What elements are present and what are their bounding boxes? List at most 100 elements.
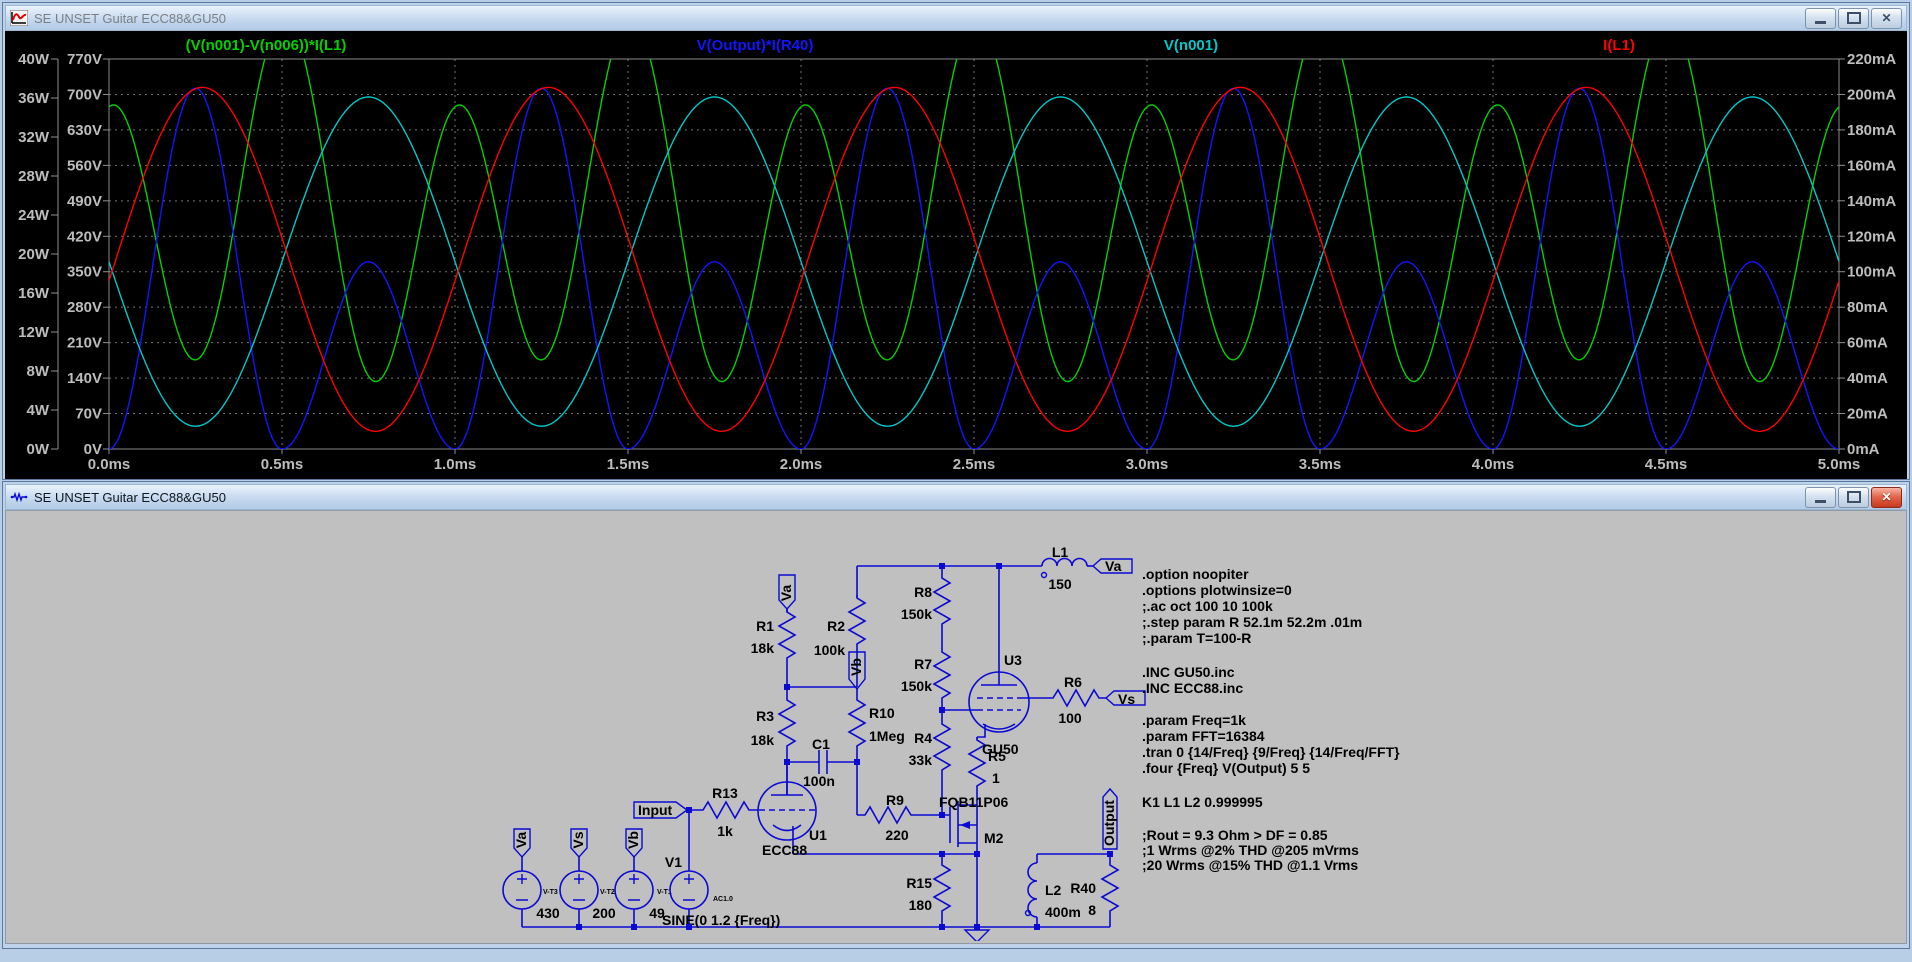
flag-output[interactable]: Output [1101, 789, 1117, 849]
spice-directives[interactable]: .option noopiter .options plotwinsize=0 … [1142, 566, 1400, 873]
svg-text:U1: U1 [809, 827, 827, 843]
flag-va-l1[interactable]: Va [1093, 558, 1132, 574]
svg-text:GU50: GU50 [982, 741, 1019, 757]
axis-tick-label: 8W [27, 363, 50, 380]
svg-text:L2: L2 [1045, 882, 1062, 898]
svg-text:Va: Va [1105, 558, 1122, 574]
legend-trace-power-out[interactable]: V(Output)*I(R40) [697, 37, 814, 54]
maximize-button[interactable] [1838, 8, 1869, 29]
svg-text:Output: Output [1101, 800, 1117, 846]
axis-tick-label: 16W [18, 285, 50, 302]
axis-tick-label: 4.0ms [1472, 456, 1515, 473]
svg-text:.INC ECC88.inc[interactable]: .INC ECC88.inc [1142, 680, 1243, 696]
svg-text:Input: Input [638, 802, 673, 818]
flag-input[interactable]: Input [634, 802, 687, 818]
flag-va-top[interactable]: Va [778, 575, 795, 609]
waveform-icon [10, 10, 28, 26]
waveform-titlebar[interactable]: SE UNSET Guitar ECC88&GU50 ✕ [5, 5, 1907, 31]
resistor-R15[interactable]: R15 180 [906, 862, 950, 914]
resistor-R4[interactable]: R4 33k [909, 721, 950, 773]
svg-text:U3: U3 [1004, 652, 1022, 668]
axis-tick-label: 1.0ms [434, 456, 477, 473]
svg-text:100n: 100n [803, 773, 835, 789]
resistor-R8[interactable]: R8 150k [901, 575, 950, 627]
svg-text:R10: R10 [869, 705, 895, 721]
svg-text:;.step param R 52.1m 52.2m .01[interactable]: ;.step param R 52.1m 52.2m .01m [1142, 614, 1362, 630]
axis-tick-label: 20W [18, 246, 50, 263]
resistor-R13[interactable]: R13 1k [700, 785, 752, 839]
axis-tick-label: 3.5ms [1299, 456, 1342, 473]
svg-text:;.ac oct 100 10 100k[interactable]: ;.ac oct 100 10 100k [1142, 598, 1273, 614]
svg-text:.INC GU50.inc[interactable]: .INC GU50.inc [1142, 664, 1235, 680]
svg-text:R7: R7 [914, 656, 932, 672]
close-button[interactable]: ✕ [1871, 8, 1902, 29]
svg-text:Va: Va [513, 832, 529, 849]
inductor-L1[interactable]: L1 150 [1042, 544, 1088, 592]
schematic-canvas[interactable]: R1 18k R2 100k R3 18k R8 150k [5, 510, 1907, 944]
svg-text:.options plotwinsize=0[interactable]: .options plotwinsize=0 [1142, 582, 1292, 598]
svg-text:;Rout = 9.3 Ohm > DF = 0.85[interactable]: ;Rout = 9.3 Ohm > DF = 0.85 [1142, 827, 1328, 843]
svg-text:AC1.0: AC1.0 [713, 896, 733, 903]
close-icon: ✕ [1881, 12, 1891, 24]
voltage-source-vs[interactable]: V-T2 200 [560, 871, 616, 921]
axis-tick-label: 20mA [1847, 406, 1888, 423]
voltage-source-va[interactable]: V-T3 430 [503, 871, 560, 921]
mosfet-M2[interactable]: FQB11P06 M2 [939, 794, 1008, 847]
minimize-button[interactable] [1805, 8, 1836, 29]
svg-text:R8: R8 [914, 584, 932, 600]
resistor-R3[interactable]: R3 18k [751, 697, 795, 749]
svg-text:;20 Wrms @15% THD @1.1 Vrms[interactable]: ;20 Wrms @15% THD @1.1 Vrms [1142, 857, 1358, 873]
svg-text:.param Freq=1k[interactable]: .param Freq=1k [1142, 712, 1246, 728]
flag-src-vs[interactable]: Vs [570, 829, 587, 857]
axis-tick-label: 140mA [1847, 193, 1896, 210]
legend-trace-voltage[interactable]: V(n001) [1164, 37, 1218, 54]
axis-tick-label: 40mA [1847, 370, 1888, 387]
waveform-plot[interactable]: 40W36W32W28W24W20W16W12W8W4W0W770V220mA7… [5, 31, 1907, 475]
axis-tick-label: 36W [18, 90, 50, 107]
svg-text:100k: 100k [814, 642, 845, 658]
svg-text:Va: Va [778, 585, 794, 602]
legend-trace-current[interactable]: I(L1) [1603, 37, 1635, 54]
resistor-R6[interactable]: R6 100 [1050, 674, 1102, 726]
svg-text:K1 L1 L2 0.999995[interactable]: K1 L1 L2 0.999995 [1142, 794, 1263, 810]
resistor-R1[interactable]: R1 18k [751, 609, 795, 661]
axis-tick-label: 4.5ms [1645, 456, 1688, 473]
resistor-R10[interactable]: R10 1Meg [849, 697, 905, 749]
waveform-window[interactable]: SE UNSET Guitar ECC88&GU50 ✕ (V(n001)-V(… [2, 2, 1910, 480]
axis-tick-label: 770V [67, 51, 102, 68]
legend-trace-power-tube[interactable]: (V(n001)-V(n006))*I(L1) [186, 37, 347, 54]
flag-src-vb[interactable]: Vb [625, 829, 642, 857]
axis-tick-label: 200mA [1847, 86, 1896, 103]
maximize-button[interactable] [1838, 487, 1869, 508]
resistor-R7[interactable]: R7 150k [901, 649, 950, 701]
svg-text:.four {Freq} V(Output) 5 5[interactable]: .four {Freq} V(Output) 5 5 [1142, 760, 1310, 776]
close-button[interactable]: ✕ [1871, 487, 1902, 508]
svg-text:100: 100 [1058, 710, 1082, 726]
svg-text:400m: 400m [1045, 904, 1081, 920]
schematic-titlebar[interactable]: SE UNSET Guitar ECC88&GU50 ✕ [5, 484, 1907, 510]
voltage-source-V1[interactable]: AC1.0 V1 SINE(0 1.2 {Freq}) [662, 854, 780, 928]
axis-tick-label: 630V [67, 122, 102, 139]
minimize-button[interactable] [1805, 487, 1836, 508]
sine-directive: SINE(0 1.2 {Freq}) [662, 912, 780, 928]
svg-text:.param FFT=16384[interactable]: .param FFT=16384 [1142, 728, 1265, 744]
flag-vs-r6[interactable]: Vs [1106, 691, 1145, 707]
svg-text:;1 Wrms @2% THD @205 mVrms[interactable]: ;1 Wrms @2% THD @205 mVrms [1142, 842, 1359, 858]
svg-text:;.param T=100-R[interactable]: ;.param T=100-R [1142, 630, 1251, 646]
svg-text:1: 1 [992, 770, 1000, 786]
resistor-R9[interactable]: R9 220 [862, 792, 914, 843]
svg-text:.option noopiter[interactable]: .option noopiter [1142, 566, 1249, 582]
ground-icon[interactable] [965, 930, 989, 941]
plot-area[interactable]: (V(n001)-V(n006))*I(L1) V(Output)*I(R40)… [5, 31, 1907, 479]
svg-text:R13: R13 [712, 785, 738, 801]
svg-text:R4: R4 [914, 730, 932, 746]
svg-text:.tran 0 {14/Freq} {9/Freq} {14[interactable]: .tran 0 {14/Freq} {9/Freq} {14/Freq/FFT} [1142, 744, 1400, 760]
axis-tick-label: 28W [18, 168, 50, 185]
close-icon: ✕ [1881, 491, 1891, 503]
schematic-window[interactable]: SE UNSET Guitar ECC88&GU50 ✕ [2, 481, 1910, 949]
axis-tick-label: 560V [67, 157, 102, 174]
flag-src-va[interactable]: Va [513, 829, 530, 857]
svg-text:V-T2: V-T2 [600, 889, 615, 896]
axis-tick-label: 280V [67, 299, 102, 316]
axis-tick-label: 24W [18, 207, 50, 224]
